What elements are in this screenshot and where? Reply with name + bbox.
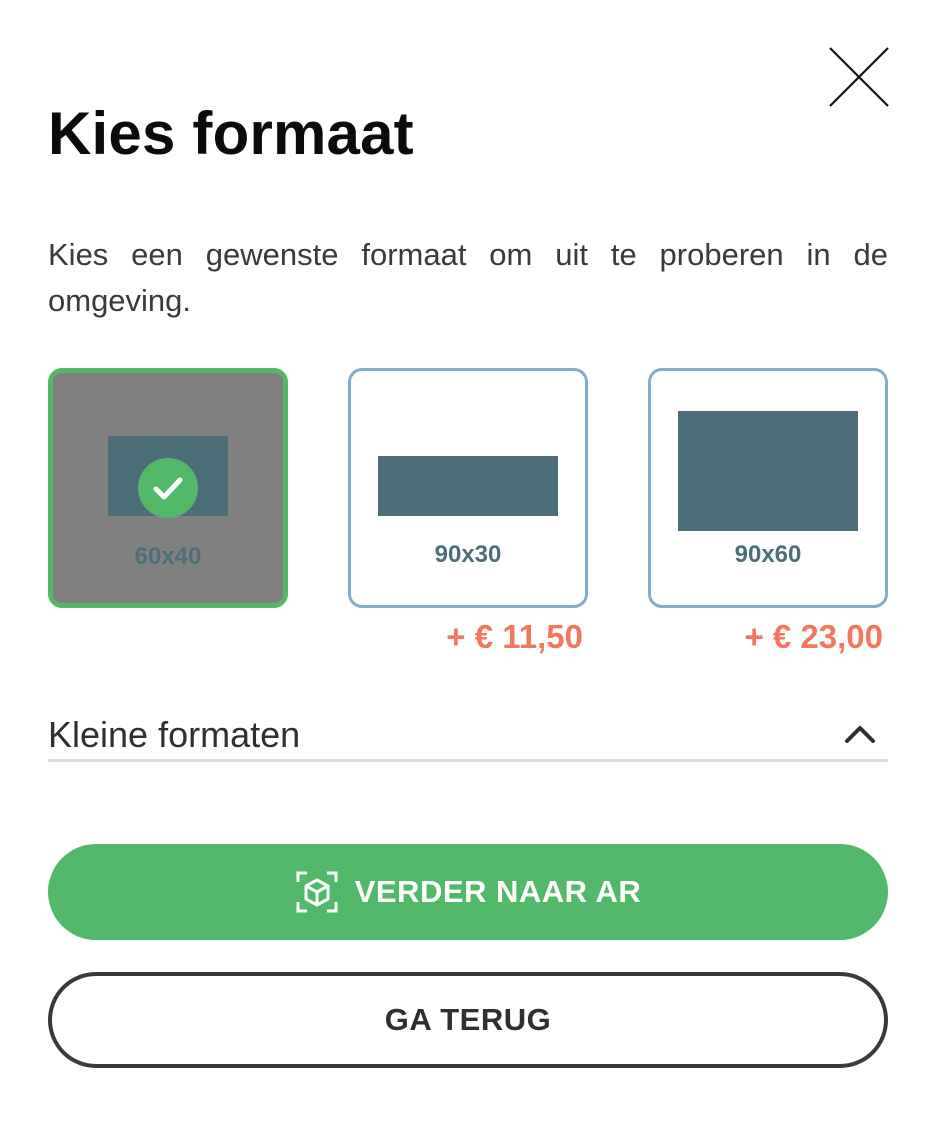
format-option-label: 90x60 bbox=[734, 541, 802, 568]
format-price: + € 11,50 bbox=[446, 618, 583, 655]
continue-to-ar-button[interactable]: VERDER NAAR AR bbox=[48, 844, 888, 940]
go-back-button[interactable]: GA TERUG bbox=[48, 972, 888, 1068]
format-swatch bbox=[678, 411, 858, 531]
dialog-title: Kies formaat bbox=[48, 100, 414, 167]
close-button[interactable] bbox=[824, 42, 894, 112]
format-swatch bbox=[378, 456, 558, 516]
accordion-label: Kleine formaten bbox=[48, 714, 301, 755]
format-option-60x40[interactable]: 60x40 bbox=[48, 368, 288, 608]
ar-cube-icon bbox=[295, 870, 339, 914]
check-icon bbox=[138, 458, 198, 518]
dialog-description: Kies een gewenste formaat om uit te prob… bbox=[48, 237, 888, 318]
format-price: + € 23,00 bbox=[744, 618, 883, 655]
format-dialog: Kies formaat Kies een gewenste formaat o… bbox=[0, 0, 936, 1132]
format-option-label: 90x30 bbox=[434, 541, 502, 568]
accordion-small-formats[interactable]: Kleine formaten bbox=[48, 704, 888, 762]
chevron-up-icon bbox=[842, 716, 878, 752]
format-option-90x60[interactable]: 90x60 bbox=[648, 368, 888, 608]
format-option-90x30[interactable]: 90x30 bbox=[348, 368, 588, 608]
format-option-label: 60x40 bbox=[134, 543, 202, 570]
close-icon bbox=[829, 47, 889, 107]
go-back-label: GA TERUG bbox=[384, 1002, 552, 1037]
continue-to-ar-label: VERDER NAAR AR bbox=[354, 874, 642, 909]
